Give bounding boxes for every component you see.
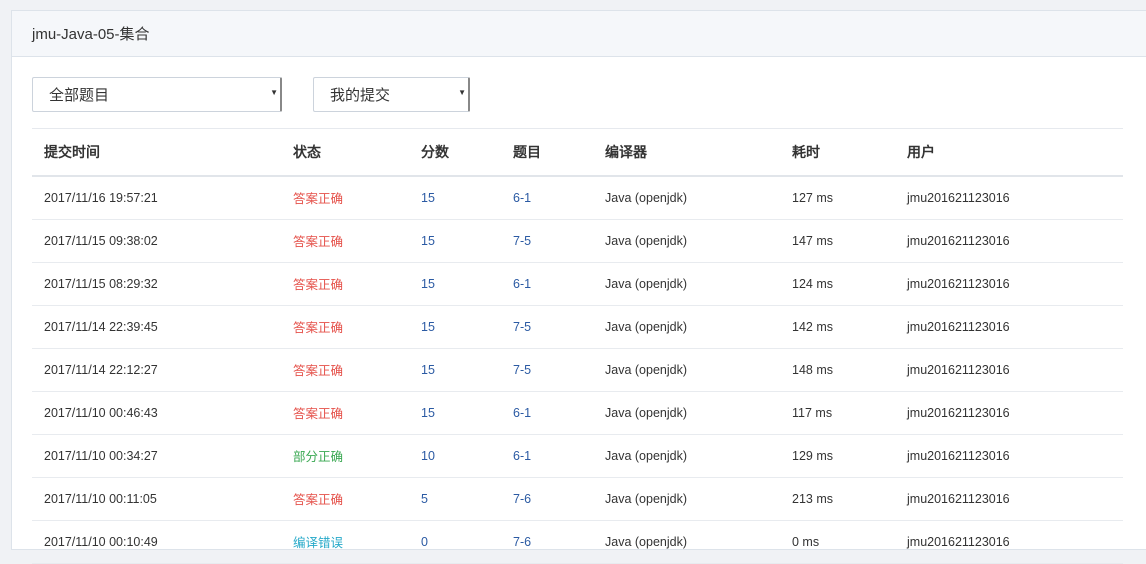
submission-filter-value: 我的提交 [330, 87, 391, 104]
table-row: 2017/11/10 00:11:05 答案正确 5 7-6 Java (openjdk… [32, 477, 1123, 521]
cell-score-link[interactable]: 10 [409, 434, 501, 478]
cell-problem-link[interactable]: 6-1 [501, 176, 593, 220]
cell-problem-link[interactable]: 6-1 [501, 391, 593, 435]
cell-cost: 124 ms [780, 262, 895, 306]
header-problem: 题目 [501, 129, 593, 177]
cell-status-link[interactable]: 答案正确 [281, 348, 409, 392]
cell-cost: 127 ms [780, 176, 895, 220]
table-body: 2017/11/16 19:57:21 答案正确 15 6-1 Java (openjd… [32, 176, 1123, 564]
panel-header: jmu-Java-05-集合 [12, 11, 1146, 57]
panel-title: jmu-Java-05-集合 [32, 26, 150, 43]
cell-status-link[interactable]: 答案正确 [281, 477, 409, 521]
submissions-table: 提交时间 状态 分数 题目 编译器 耗时 用户 2017/11/16 19:57… [32, 129, 1123, 564]
table-row: 2017/11/15 08:29:32 答案正确 15 6-1 Java (openjd… [32, 262, 1123, 306]
table-row: 2017/11/15 09:38:02 答案正确 15 7-5 Java (openjd… [32, 219, 1123, 263]
cell-compiler: Java (openjdk) [593, 477, 780, 521]
cell-problem-link[interactable]: 7-5 [501, 348, 593, 392]
cell-user: jmu201621123016 [895, 348, 1123, 392]
cell-score-link[interactable]: 5 [409, 477, 501, 521]
cell-time: 2017/11/15 08:29:32 [32, 262, 281, 306]
cell-cost: 148 ms [780, 348, 895, 392]
cell-cost: 129 ms [780, 434, 895, 478]
cell-user: jmu201621123016 [895, 219, 1123, 263]
cell-user: jmu201621123016 [895, 477, 1123, 521]
cell-problem-link[interactable]: 7-5 [501, 219, 593, 263]
header-cost: 耗时 [780, 129, 895, 177]
cell-status-link[interactable]: 答案正确 [281, 305, 409, 349]
cell-user: jmu201621123016 [895, 176, 1123, 220]
cell-compiler: Java (openjdk) [593, 305, 780, 349]
cell-user: jmu201621123016 [895, 434, 1123, 478]
cell-compiler: Java (openjdk) [593, 434, 780, 478]
cell-time: 2017/11/10 00:11:05 [32, 477, 281, 521]
cell-problem-link[interactable]: 6-1 [501, 434, 593, 478]
cell-user: jmu201621123016 [895, 305, 1123, 349]
cell-time: 2017/11/16 19:57:21 [32, 176, 281, 220]
header-time: 提交时间 [32, 129, 281, 177]
cell-score-link[interactable]: 15 [409, 176, 501, 220]
table-header-row: 提交时间 状态 分数 题目 编译器 耗时 用户 [32, 129, 1123, 177]
table-row: 2017/11/10 00:34:27 部分正确 10 6-1 Java (openjd… [32, 434, 1123, 478]
header-status: 状态 [281, 129, 409, 177]
problem-filter-value: 全部题目 [49, 87, 110, 104]
filter-bar: 全部题目 ▼ 我的提交 ▼ [32, 77, 470, 112]
header-score: 分数 [409, 129, 501, 177]
cell-time: 2017/11/10 00:46:43 [32, 391, 281, 435]
problem-filter-select[interactable]: 全部题目 ▼ [32, 77, 282, 112]
caret-down-icon: ▼ [270, 88, 278, 97]
table-row: 2017/11/16 19:57:21 答案正确 15 6-1 Java (openjd… [32, 176, 1123, 220]
cell-compiler: Java (openjdk) [593, 391, 780, 435]
cell-compiler: Java (openjdk) [593, 219, 780, 263]
submissions-table-wrap: 提交时间 状态 分数 题目 编译器 耗时 用户 2017/11/16 19:57… [32, 128, 1123, 564]
submission-filter-select[interactable]: 我的提交 ▼ [313, 77, 470, 112]
cell-score-link[interactable]: 15 [409, 348, 501, 392]
cell-status-link[interactable]: 答案正确 [281, 176, 409, 220]
cell-problem-link[interactable]: 6-1 [501, 262, 593, 306]
cell-time: 2017/11/14 22:39:45 [32, 305, 281, 349]
header-compiler: 编译器 [593, 129, 780, 177]
cell-time: 2017/11/14 22:12:27 [32, 348, 281, 392]
table-row: 2017/11/14 22:39:45 答案正确 15 7-5 Java (openjd… [32, 305, 1123, 349]
cell-cost: 213 ms [780, 477, 895, 521]
cell-status-link[interactable]: 部分正确 [281, 434, 409, 478]
table-row: 2017/11/14 22:12:27 答案正确 15 7-5 Java (openjd… [32, 348, 1123, 392]
cell-user: jmu201621123016 [895, 262, 1123, 306]
cell-score-link[interactable]: 15 [409, 262, 501, 306]
caret-down-icon: ▼ [458, 88, 466, 97]
cell-status-link[interactable]: 答案正确 [281, 219, 409, 263]
cell-status-link[interactable]: 答案正确 [281, 391, 409, 435]
cell-status-link[interactable]: 答案正确 [281, 262, 409, 306]
cell-cost: 117 ms [780, 391, 895, 435]
cell-score-link[interactable]: 15 [409, 391, 501, 435]
cell-score-link[interactable]: 15 [409, 219, 501, 263]
table-row: 2017/11/10 00:46:43 答案正确 15 6-1 Java (openjd… [32, 391, 1123, 435]
cell-compiler: Java (openjdk) [593, 262, 780, 306]
cell-problem-link[interactable]: 7-5 [501, 305, 593, 349]
submissions-panel: jmu-Java-05-集合 全部题目 ▼ 我的提交 ▼ 提交时间 状态 分数 … [11, 10, 1146, 564]
cell-time: 2017/11/10 00:34:27 [32, 434, 281, 478]
cell-score-link[interactable]: 15 [409, 305, 501, 349]
cell-cost: 142 ms [780, 305, 895, 349]
cell-user: jmu201621123016 [895, 391, 1123, 435]
cell-cost: 147 ms [780, 219, 895, 263]
cell-compiler: Java (openjdk) [593, 176, 780, 220]
cell-time: 2017/11/15 09:38:02 [32, 219, 281, 263]
header-user: 用户 [895, 129, 1123, 177]
cell-compiler: Java (openjdk) [593, 348, 780, 392]
cell-problem-link[interactable]: 7-6 [501, 477, 593, 521]
